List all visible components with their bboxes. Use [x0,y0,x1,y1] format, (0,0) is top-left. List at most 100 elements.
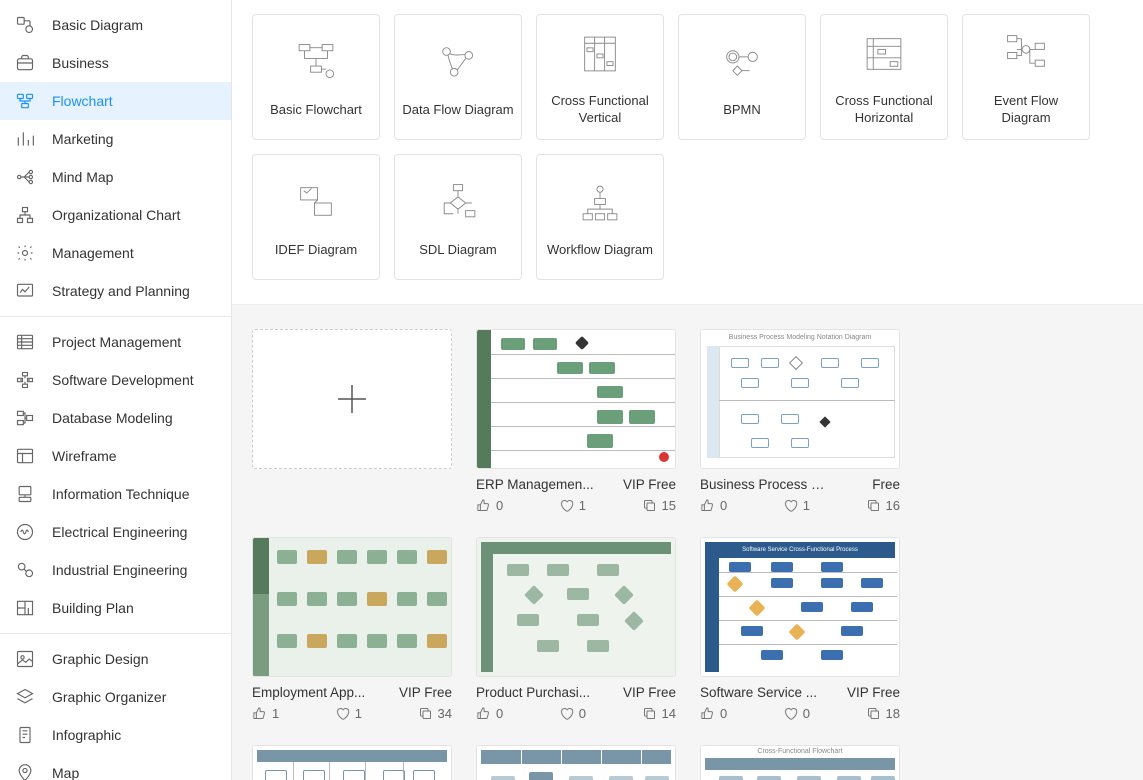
sidebar-item-strategy[interactable]: Strategy and Planning [0,272,231,310]
like-stat[interactable]: 0 [476,498,503,513]
category-tile-label: BPMN [723,102,761,119]
fav-count: 0 [579,706,586,721]
sidebar-item-management[interactable]: Management [0,234,231,272]
fav-stat[interactable]: 0 [559,706,586,721]
sidebar: Basic Diagram BusinessFlowchartMarketing M… [0,0,232,780]
fav-stat[interactable]: 1 [783,498,810,513]
sidebar-item-basic-diagram[interactable]: Basic Diagram [0,6,231,44]
sidebar-item-mind-map[interactable]: Mind Map [0,158,231,196]
fav-stat[interactable]: 1 [559,498,586,513]
fav-stat[interactable]: 1 [335,706,362,721]
copy-count: 18 [886,706,900,721]
like-stat[interactable]: 0 [700,498,727,513]
category-tile-label: Basic Flowchart [270,102,362,119]
category-tile-cross-vertical[interactable]: Cross Functional Vertical [536,14,664,140]
template-erp-management[interactable]: ERP Managemen...VIP Free 0 1 15 [476,329,676,513]
category-tile-event-flow[interactable]: Event Flow Diagram [962,14,1090,140]
copy-stat[interactable]: 15 [642,498,676,513]
template-software-service[interactable]: Software Service Cross-Functional Proces… [700,537,900,721]
sidebar-item-info-tech[interactable]: Information Technique [0,475,231,513]
marketing-icon [14,128,36,150]
copy-stat[interactable]: 34 [418,706,452,721]
sidebar-item-project-management[interactable]: Project Management [0,323,231,361]
building-plan-icon [14,597,36,619]
sidebar-item-label: Basic Diagram [52,17,143,33]
sidebar-item-label: Map [52,765,79,780]
sidebar-item-elec-eng[interactable]: Electrical Engineering [0,513,231,551]
fav-count: 1 [355,706,362,721]
fav-count: 1 [579,498,586,513]
sidebar-item-label: Electrical Engineering [52,524,187,540]
sidebar-item-ind-eng[interactable]: Industrial Engineering [0,551,231,589]
like-stat[interactable]: 1 [252,706,279,721]
elec-eng-icon [14,521,36,543]
diagram-type-icon [1003,27,1049,81]
wireframe-icon [14,445,36,467]
blank-template-thumb [252,329,452,469]
category-tile-workflow[interactable]: Workflow Diagram [536,154,664,280]
category-tile-basic-flowchart[interactable]: Basic Flowchart [252,14,380,140]
template-badge: VIP Free [399,685,452,700]
like-count: 0 [720,498,727,513]
copy-count: 16 [886,498,900,513]
sidebar-item-business[interactable]: Business [0,44,231,82]
category-tile-label: Cross Functional Vertical [543,93,657,127]
template-employment-app[interactable]: Employment App...VIP Free 1 1 34 [252,537,452,721]
sidebar-item-graphic-organizer[interactable]: Graphic Organizer [0,678,231,716]
sidebar-item-graphic-design[interactable]: Graphic Design [0,640,231,678]
business-icon [14,52,36,74]
sidebar-item-label: Graphic Organizer [52,689,166,705]
org-chart-icon [14,204,36,226]
sidebar-item-building-plan[interactable]: Building Plan [0,589,231,627]
sidebar-item-software-dev[interactable]: Software Development [0,361,231,399]
like-stat[interactable]: 0 [700,706,727,721]
template-business-process[interactable]: Business Process Modeling Notation Diagr… [700,329,900,513]
sidebar-item-label: Information Technique [52,486,190,502]
heart-icon [783,498,798,513]
fav-count: 0 [803,706,810,721]
template-product-purchasing[interactable]: Product Purchasi... VIP Free 0 0 14 [476,537,676,721]
diagram-type-icon [435,36,481,90]
template-stats: 0 1 16 [700,498,900,513]
copy-count: 34 [438,706,452,721]
template-title: ERP Managemen... [476,477,594,492]
template-badge: VIP Free [623,685,676,700]
map-icon [14,762,36,780]
copy-icon [642,706,657,721]
sidebar-item-db-modeling[interactable]: Database Modeling [0,399,231,437]
sidebar-item-map[interactable]: Map [0,754,231,780]
template-sales-management[interactable]: Sales Management C...Free 0 0 5 [252,745,452,780]
category-tile-idef[interactable]: IDEF Diagram [252,154,380,280]
copy-stat[interactable]: 14 [642,706,676,721]
template-title: Product Purchasi... [476,685,590,700]
category-tile-sdl[interactable]: SDL Diagram [394,154,522,280]
infographic-icon [14,724,36,746]
copy-icon [866,498,881,513]
sidebar-item-infographic[interactable]: Infographic [0,716,231,754]
like-stat[interactable]: 0 [476,706,503,721]
main-content: Basic Flowchart Data Flow Diagram Cross Fu… [232,0,1143,780]
sidebar-item-label: Database Modeling [52,410,173,426]
sidebar-item-org-chart[interactable]: Organizational Chart [0,196,231,234]
copy-stat[interactable]: 16 [866,498,900,513]
diagram-type-icon [577,176,623,230]
template-cross-functional[interactable]: Cross-Functional Flowchart [700,745,900,780]
category-tile-data-flow[interactable]: Data Flow Diagram [394,14,522,140]
sidebar-item-flowchart[interactable]: Flowchart [0,82,231,120]
category-grid: Basic Flowchart Data Flow Diagram Cross Fu… [232,0,1143,305]
templates-grid: ERP Managemen...VIP Free 0 1 15 Business… [232,305,1143,780]
template-blank-new[interactable] [252,329,452,469]
mind-map-icon [14,166,36,188]
copy-stat[interactable]: 18 [866,706,900,721]
sidebar-item-wireframe[interactable]: Wireframe [0,437,231,475]
template-title: Software Service ... [700,685,817,700]
template-production-process[interactable]: Production Proce...VIP Free 0 0 5 [476,745,676,780]
thumbs-up-icon [476,706,491,721]
template-badge: VIP Free [847,685,900,700]
diagram-type-icon [293,176,339,230]
sidebar-item-marketing[interactable]: Marketing [0,120,231,158]
fav-stat[interactable]: 0 [783,706,810,721]
category-tile-cross-horizontal[interactable]: Cross Functional Horizontal [820,14,948,140]
category-tile-bpmn[interactable]: BPMN [678,14,806,140]
sidebar-item-label: Mind Map [52,169,113,185]
